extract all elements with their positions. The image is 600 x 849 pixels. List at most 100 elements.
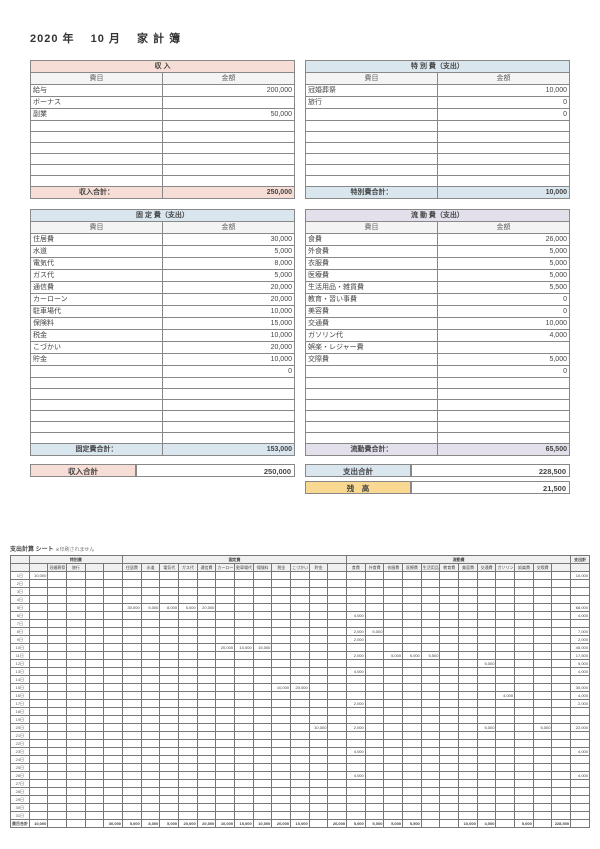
daily-col-header: 通信費 (197, 564, 216, 572)
daily-cell (421, 740, 440, 748)
daily-sheet-table: 特別費固定費流動費支出計冠婚葬祭旅行住居費水道電気代ガス代通信費カーローン駐車場… (10, 555, 590, 828)
daily-cell: 2,000 (347, 724, 366, 732)
daily-cell (235, 684, 254, 692)
daily-cell (384, 684, 403, 692)
daily-cell (515, 764, 534, 772)
daily-cell (552, 628, 571, 636)
daily-date: 15日 (11, 684, 30, 692)
daily-cell (104, 628, 123, 636)
daily-cell (291, 692, 310, 700)
daily-cell (291, 716, 310, 724)
daily-cell (48, 612, 67, 620)
daily-cell (216, 724, 235, 732)
item-amount: 30,000 (163, 234, 295, 246)
daily-cell (67, 740, 86, 748)
daily-cell (67, 788, 86, 796)
daily-cell (571, 764, 590, 772)
daily-cell (48, 700, 67, 708)
daily-cell (216, 668, 235, 676)
daily-cell (123, 708, 142, 716)
daily-cell (29, 668, 48, 676)
daily-cell (496, 644, 515, 652)
daily-cell (309, 812, 328, 820)
daily-cell (309, 772, 328, 780)
daily-cell (85, 620, 104, 628)
daily-date: 19日 (11, 716, 30, 724)
daily-cell (496, 700, 515, 708)
daily-cell (515, 580, 534, 588)
item-amount (163, 433, 295, 444)
daily-cell (440, 796, 459, 804)
daily-date: 23日 (11, 748, 30, 756)
item-amount: 8,000 (163, 258, 295, 270)
daily-cell (403, 772, 422, 780)
daily-cell (235, 676, 254, 684)
daily-cell (85, 580, 104, 588)
daily-cell (347, 732, 366, 740)
daily-cell (403, 684, 422, 692)
daily-cell (440, 620, 459, 628)
daily-cell: 15,000 (253, 644, 272, 652)
daily-cell (552, 780, 571, 788)
daily-date: 27日 (11, 780, 30, 788)
daily-cell (67, 580, 86, 588)
daily-cell (272, 604, 291, 612)
item-amount (163, 121, 295, 132)
daily-cell (29, 740, 48, 748)
daily-cell (421, 780, 440, 788)
daily-cell (365, 804, 384, 812)
daily-cell (515, 788, 534, 796)
daily-cell (104, 796, 123, 804)
daily-cell: 2,000 (347, 652, 366, 660)
daily-group-header: 固定費 (123, 556, 347, 564)
item-label (306, 366, 438, 378)
daily-cell (477, 788, 496, 796)
daily-cell (160, 708, 179, 716)
daily-cell (235, 812, 254, 820)
daily-cell (515, 708, 534, 716)
daily-cell (85, 604, 104, 612)
daily-cell (48, 804, 67, 812)
daily-cell (496, 668, 515, 676)
daily-cell (309, 788, 328, 796)
daily-cell (515, 748, 534, 756)
daily-cell: 17,500 (571, 652, 590, 660)
daily-cell (160, 724, 179, 732)
daily-col-header: 住居費 (123, 564, 142, 572)
daily-cell: 5,000 (571, 660, 590, 668)
daily-col-header: 生活用品 (421, 564, 440, 572)
daily-cell (141, 700, 160, 708)
daily-cell (104, 644, 123, 652)
daily-cell (347, 740, 366, 748)
daily-cell (459, 756, 478, 764)
daily-cell (384, 796, 403, 804)
daily-cell (235, 620, 254, 628)
daily-cell (29, 716, 48, 724)
daily-cell (328, 660, 347, 668)
daily-cell (515, 628, 534, 636)
daily-cell (328, 668, 347, 676)
daily-cell (291, 628, 310, 636)
item-label: 生活用品・雑貨費 (306, 282, 438, 294)
daily-cell: 2,000 (571, 636, 590, 644)
item-amount (438, 433, 570, 444)
daily-cell (347, 660, 366, 668)
daily-date: 29日 (11, 796, 30, 804)
daily-cell (123, 804, 142, 812)
item-amount (438, 342, 570, 354)
daily-cell (309, 716, 328, 724)
daily-cell (29, 580, 48, 588)
daily-cell (160, 636, 179, 644)
daily-cell (48, 684, 67, 692)
daily-cell (365, 668, 384, 676)
daily-cell (272, 612, 291, 620)
daily-cell (477, 700, 496, 708)
daily-cell (160, 740, 179, 748)
daily-sum-cell: 5,000 (365, 820, 384, 828)
daily-date: 13日 (11, 668, 30, 676)
daily-date: 14日 (11, 676, 30, 684)
daily-cell (48, 588, 67, 596)
daily-cell (328, 708, 347, 716)
daily-cell (67, 756, 86, 764)
daily-cell (365, 796, 384, 804)
